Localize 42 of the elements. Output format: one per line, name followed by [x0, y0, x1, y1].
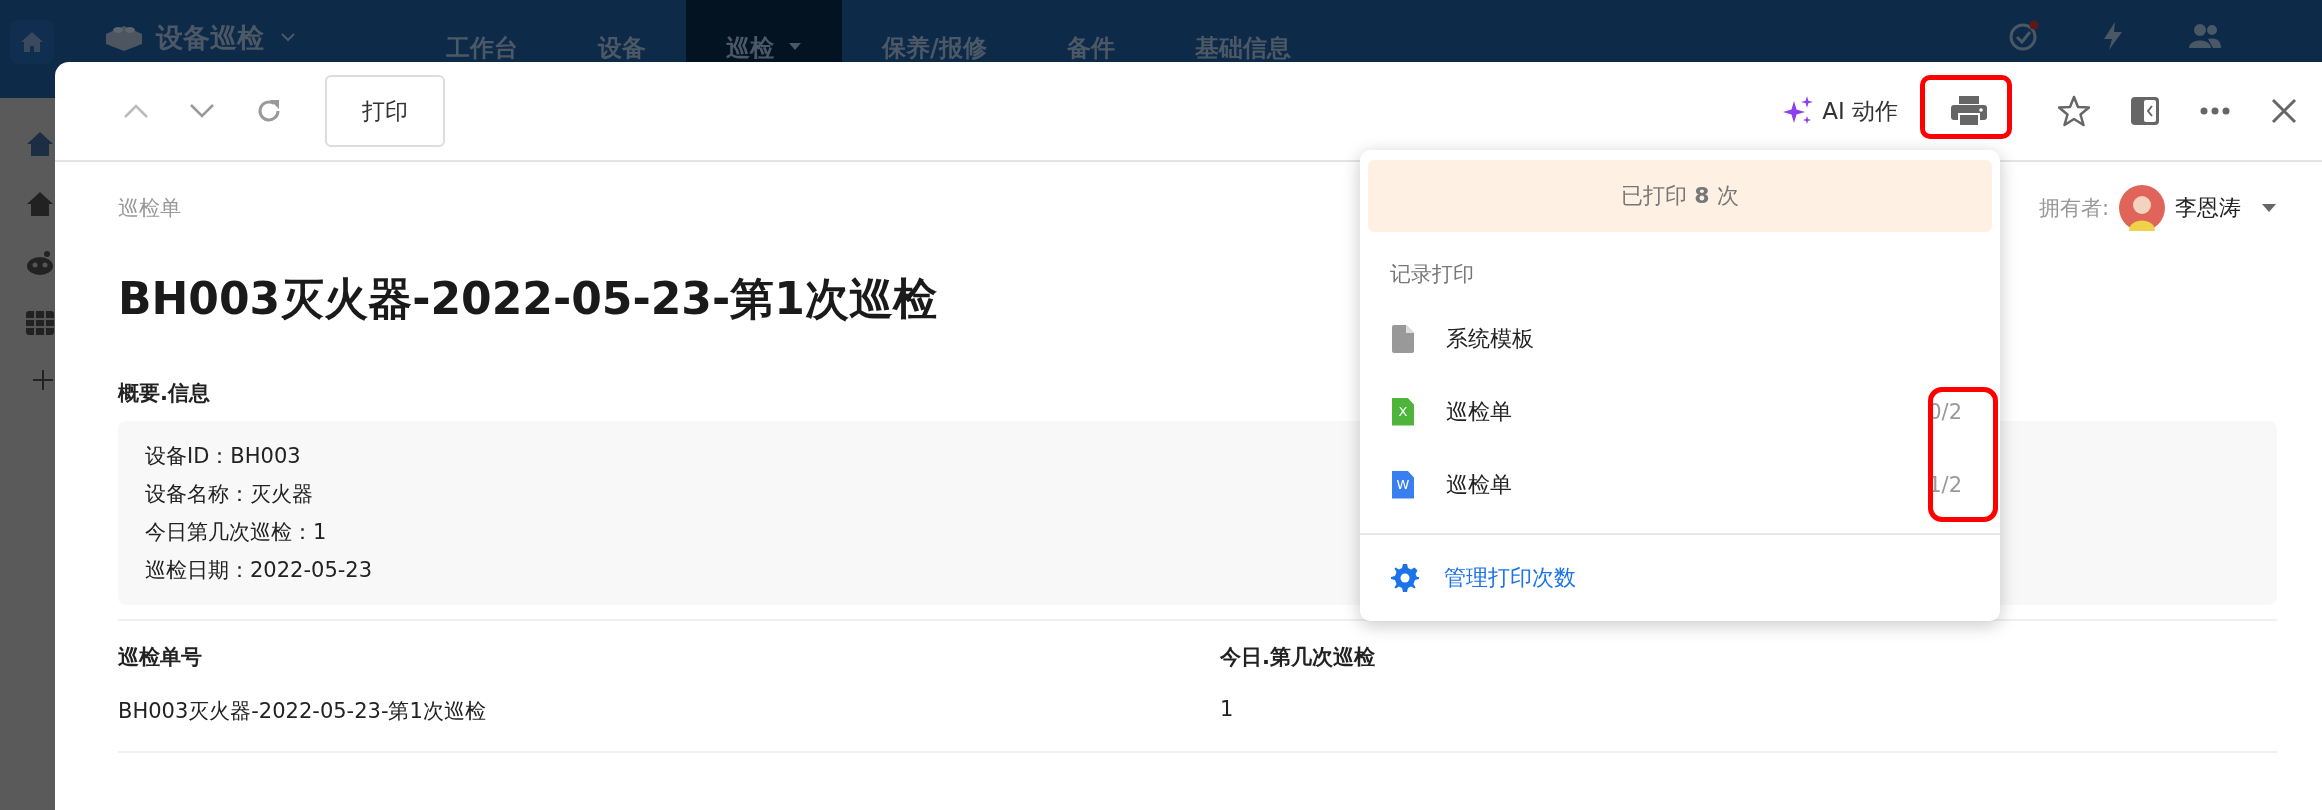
section-heading: 概要.信息: [118, 380, 211, 407]
manage-print-count-link[interactable]: 管理打印次数: [1444, 563, 1576, 593]
people-icon[interactable]: [2188, 22, 2222, 50]
template-item[interactable]: 系统模板: [1360, 302, 2000, 375]
column-header: 今日.第几次巡检: [1220, 644, 1376, 671]
home-icon[interactable]: [25, 130, 55, 158]
owner-label: 拥有者:: [2038, 195, 2109, 222]
caret-icon[interactable]: [788, 42, 802, 51]
document-icon: [1392, 324, 1414, 353]
home-icon[interactable]: [25, 190, 55, 218]
chevron-down-icon[interactable]: [189, 103, 215, 119]
owner-name[interactable]: 李恩涛: [2175, 193, 2241, 223]
side-panel-icon[interactable]: [2130, 96, 2160, 126]
plus-icon[interactable]: [31, 368, 55, 392]
chevron-down-icon[interactable]: [280, 32, 296, 42]
table-cell-text: 1: [1220, 697, 1235, 723]
table-cell-text: BH003灭火器-2022-05-23-第1次巡检: [118, 698, 487, 725]
print-button[interactable]: 打印: [325, 75, 445, 147]
check-circle-icon[interactable]: [2008, 20, 2040, 52]
ai-action-button[interactable]: AI 动作: [1782, 95, 1898, 127]
robot-icon[interactable]: [25, 250, 55, 278]
avatar: [2119, 185, 2165, 231]
star-icon[interactable]: [2058, 95, 2090, 127]
chevron-up-icon[interactable]: [123, 103, 149, 119]
summary-line: 设备名称：灭火器: [145, 481, 313, 508]
more-icon[interactable]: [2200, 107, 2230, 115]
caret-icon[interactable]: [2261, 203, 2277, 213]
column-header: 巡检单号: [118, 644, 203, 671]
settings-icon[interactable]: [1390, 563, 1420, 593]
excel-file-icon: X: [1392, 397, 1414, 426]
summary-line: 今日第几次巡检：1: [145, 519, 327, 546]
summary-line: 巡检日期：2022-05-23: [145, 557, 373, 584]
menu-section-label: 记录打印: [1389, 261, 1475, 288]
grid-icon[interactable]: [25, 310, 55, 336]
printer-icon[interactable]: [1950, 95, 1988, 127]
home-icon[interactable]: [10, 20, 54, 64]
print-count-banner: 已打印 8 次: [1368, 160, 1992, 232]
record-type-label: 巡检单: [118, 195, 181, 222]
record-title: BH003灭火器-2022-05-23-第1次巡检: [118, 272, 937, 326]
word-file-icon: W: [1392, 470, 1414, 499]
summary-line: 设备ID：BH003: [145, 443, 301, 470]
close-icon[interactable]: [2270, 97, 2298, 125]
